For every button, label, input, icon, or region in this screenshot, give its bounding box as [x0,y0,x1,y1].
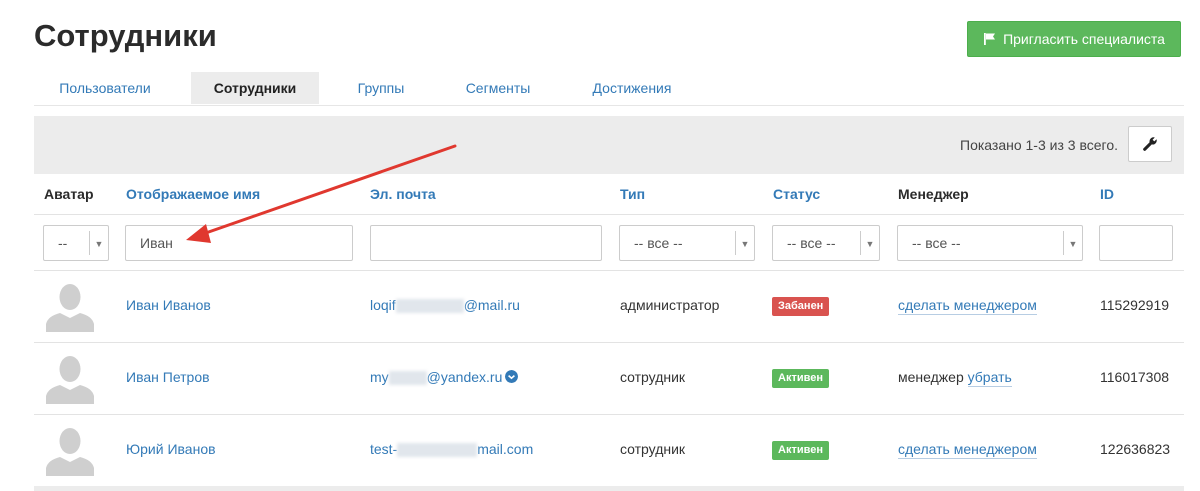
row-divider [34,414,1184,415]
column-header-type[interactable]: Тип [620,186,645,202]
avatar-placeholder-icon [46,428,94,476]
avatar-filter-select[interactable]: -- ▼ [43,225,109,261]
chevron-down-icon: ▼ [89,231,108,255]
column-header-display-name[interactable]: Отображаемое имя [126,186,260,202]
tab-users[interactable]: Пользователи [34,72,176,104]
email-redaction [395,299,464,314]
tab-groups[interactable]: Группы [334,72,428,104]
table-footer-strip [34,486,1184,491]
manager-label: менеджер [898,369,964,385]
manager-filter-value: -- все -- [912,235,961,251]
status-filter-select[interactable]: -- все -- ▼ [772,225,880,261]
manager-cell: менеджер убрать [898,369,1012,387]
id-filter-input[interactable] [1099,225,1173,261]
invite-specialist-button[interactable]: Пригласить специалиста [967,21,1181,57]
email-redaction [397,443,478,458]
table-toolbar: Показано 1-3 из 3 всего. [34,116,1184,174]
email-start: loqif [370,297,396,313]
tab-bar: Пользователи Сотрудники Группы Сегменты … [34,72,1184,106]
chevron-down-icon: ▼ [860,231,879,255]
column-header-manager: Менеджер [898,186,969,202]
chevron-down-icon: ▼ [1063,231,1082,255]
email-redaction [388,371,427,386]
user-id: 115292919 [1100,297,1170,313]
name-filter-input[interactable]: Иван [125,225,353,261]
verified-check-icon [505,370,519,383]
make-manager-link[interactable]: сделать менеджером [898,441,1037,459]
column-header-email[interactable]: Эл. почта [370,186,436,202]
status-badge: Активен [772,441,829,460]
tab-achievements[interactable]: Достижения [568,72,696,104]
avatar-filter-value: -- [58,235,68,251]
user-email-link[interactable]: test-mail.com [370,441,534,458]
manager-cell: сделать менеджером [898,441,1037,459]
user-name-link[interactable]: Иван Петров [126,369,210,385]
pagination-summary: Показано 1-3 из 3 всего. [960,137,1118,153]
avatar-placeholder-icon [46,356,94,404]
email-end: mail.com [477,441,534,457]
email-end: @mail.ru [463,297,520,313]
email-start: test- [370,441,398,457]
row-divider [34,342,1184,343]
type-filter-select[interactable]: -- все -- ▼ [619,225,755,261]
user-email-link[interactable]: my @yandex.ru [370,369,519,386]
status-badge: Активен [772,369,829,388]
invite-button-label: Пригласить специалиста [1003,31,1165,47]
chevron-down-icon: ▼ [735,231,754,255]
status-badge: Забанен [772,297,830,316]
user-id: 116017308 [1100,369,1170,385]
type-filter-value: -- все -- [634,235,683,251]
header-divider [34,214,1184,215]
email-start: my [370,369,389,385]
make-manager-link[interactable]: сделать менеджером [898,297,1037,315]
table-settings-button[interactable] [1128,126,1172,162]
tab-segments[interactable]: Сегменты [443,72,553,104]
status-filter-value: -- все -- [787,235,836,251]
wrench-icon [1143,137,1157,151]
user-name-link[interactable]: Иван Иванов [126,297,211,313]
email-filter-input[interactable] [370,225,602,261]
tab-employees[interactable]: Сотрудники [191,72,319,104]
flag-icon [984,33,996,45]
user-id: 122636823 [1100,441,1171,457]
manager-filter-select[interactable]: -- все -- ▼ [897,225,1083,261]
remove-manager-link[interactable]: убрать [967,369,1012,387]
user-type: администратор [620,297,720,313]
filter-divider [34,270,1184,271]
avatar-placeholder-icon [46,284,94,332]
manager-cell: сделать менеджером [898,297,1037,315]
column-header-id[interactable]: ID [1100,186,1114,202]
user-name-link[interactable]: Юрий Иванов [126,441,216,457]
column-header-status[interactable]: Статус [773,186,820,202]
user-type: сотрудник [620,441,686,457]
column-header-avatar: Аватар [44,186,94,202]
user-type: сотрудник [620,369,686,385]
email-end: @yandex.ru [426,369,503,385]
page-title: Сотрудники [34,18,217,53]
user-email-link[interactable]: loqif @mail.ru [370,297,520,314]
